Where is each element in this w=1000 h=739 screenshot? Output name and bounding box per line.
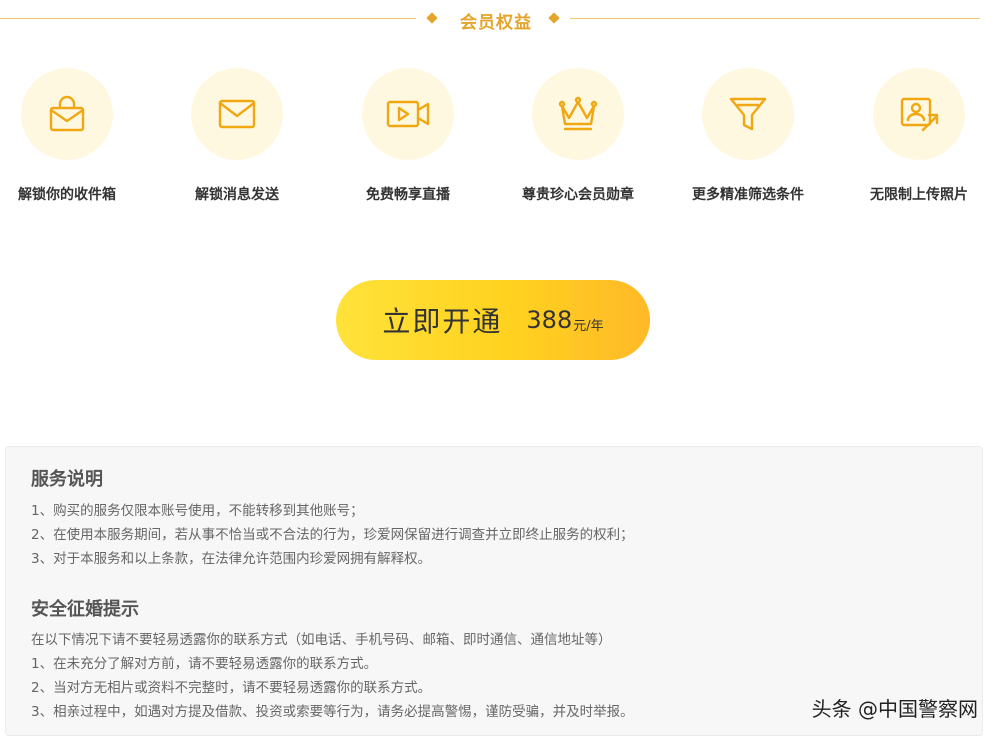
filter-icon — [702, 68, 794, 160]
benefit-item-live: 免费畅享直播 — [323, 68, 493, 204]
mail-icon — [191, 68, 283, 160]
service-line: 3、对于本服务和以上条款，在法律允许范围内珍爱网拥有解释权。 — [31, 551, 432, 567]
subscribe-label: 立即开通 — [382, 305, 503, 338]
benefit-label: 无限制上传照片 — [870, 187, 968, 203]
benefit-label: 解锁消息发送 — [195, 187, 279, 203]
benefit-label: 解锁你的收件箱 — [18, 187, 116, 203]
price-value: 388 — [526, 306, 573, 334]
benefit-label: 免费畅享直播 — [366, 187, 450, 203]
price-unit: 元/年 — [573, 318, 604, 334]
crown-icon — [532, 68, 624, 160]
benefit-item-badge: 尊贵珍心会员勋章 — [493, 68, 663, 204]
section-header: 会员权益 — [0, 0, 1000, 40]
safety-line: 2、当对方无相片或资料不完整时，请不要轻易透露你的联系方式。 — [31, 680, 432, 696]
diamond-icon — [548, 12, 560, 24]
video-icon — [362, 68, 454, 160]
photo-upload-icon — [873, 68, 965, 160]
safety-line: 3、相亲过程中，如遇对方提及借款、投资或索要等行为，请务必提高警惕，谨防受骗，并… — [31, 704, 634, 720]
benefit-item-photos: 无限制上传照片 — [834, 68, 1000, 204]
service-line: 2、在使用本服务期间，若从事不恰当或不合法的行为，珍爱网保留进行调查并立即终止服… — [31, 527, 634, 543]
benefit-item-message: 解锁消息发送 — [152, 68, 322, 204]
diamond-icon — [426, 12, 438, 24]
service-line: 1、购买的服务仅限本账号使用，不能转移到其他账号； — [31, 503, 364, 519]
header-divider-right — [570, 18, 980, 19]
benefits-list: 解锁你的收件箱 解锁消息发送 免费畅享直播 尊贵珍心会员勋章 更多精准筛选条件 … — [0, 68, 1000, 208]
safety-line: 1、在未充分了解对方前，请不要轻易透露你的联系方式。 — [31, 656, 378, 672]
benefit-label: 更多精准筛选条件 — [692, 187, 804, 203]
benefit-label: 尊贵珍心会员勋章 — [522, 187, 634, 203]
bag-icon — [21, 68, 113, 160]
safety-title: 安全征婚提示 — [31, 599, 139, 620]
benefit-item-filter: 更多精准筛选条件 — [663, 68, 833, 204]
subscribe-button[interactable]: 立即开通 388 元/年 — [336, 280, 650, 360]
section-title: 会员权益 — [460, 13, 532, 33]
header-divider-left — [0, 18, 416, 19]
service-title: 服务说明 — [31, 469, 103, 490]
safety-line: 在以下情况下请不要轻易透露你的联系方式（如电话、手机号码、邮箱、即时通信、通信地… — [31, 632, 612, 648]
benefit-item-inbox: 解锁你的收件箱 — [0, 68, 152, 204]
watermark: 头条 @中国警察网 — [811, 697, 978, 721]
